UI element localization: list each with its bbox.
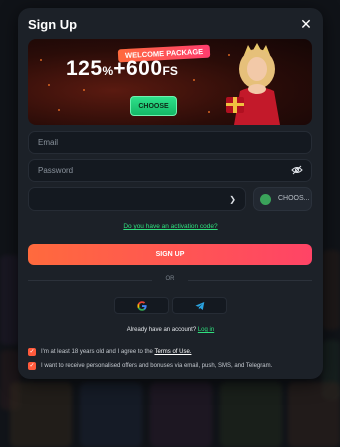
- or-label: OR: [165, 276, 175, 282]
- promo-character-image: [226, 43, 280, 125]
- bonus-offer: 125%+600FS: [66, 57, 178, 81]
- country-select[interactable]: ❯: [28, 187, 246, 211]
- signup-button[interactable]: SIGN UP: [28, 244, 312, 265]
- currency-label: CHOOS...: [278, 195, 310, 202]
- age-consent-text: I'm at least 18 years old and I agree to…: [41, 349, 153, 355]
- chevron-down-icon: ❯: [229, 195, 236, 204]
- offer-percent: 125: [66, 57, 103, 80]
- currency-flag-icon: [260, 194, 271, 205]
- login-question: Already have an account?: [126, 327, 197, 333]
- activation-code-link[interactable]: Do you have an activation code?: [18, 223, 323, 230]
- login-prompt: Already have an account? Log in: [18, 327, 323, 333]
- terms-of-use-link[interactable]: Terms of Use.: [154, 349, 191, 355]
- offer-fs-unit: FS: [162, 64, 178, 78]
- age-consent-checkbox[interactable]: ✓: [28, 348, 36, 356]
- password-input[interactable]: [38, 160, 278, 180]
- welcome-banner: WELCOME PACKAGE 125%+600FS CHOOSE: [28, 39, 312, 125]
- offer-percent-unit: %: [102, 64, 114, 78]
- marketing-consent-text: I want to receive personalised offers an…: [41, 363, 273, 369]
- google-icon: [137, 301, 147, 311]
- google-login-button[interactable]: [114, 297, 169, 314]
- eye-off-icon[interactable]: [291, 165, 303, 175]
- marketing-consent-checkbox[interactable]: ✓: [28, 362, 36, 370]
- modal-title: Sign Up: [28, 17, 78, 32]
- offer-fs: 600: [125, 57, 163, 80]
- currency-select[interactable]: CHOOS...: [253, 187, 312, 211]
- login-link[interactable]: Log in: [198, 327, 214, 333]
- email-input[interactable]: [38, 132, 278, 152]
- close-button[interactable]: ✕: [299, 17, 313, 31]
- password-field[interactable]: [28, 159, 312, 182]
- offer-plus: +: [113, 57, 126, 80]
- email-field[interactable]: [28, 131, 312, 154]
- signup-modal: Sign Up ✕ WELCOME PACKAGE 125%+600FS CHO…: [18, 8, 323, 379]
- modal-header: Sign Up ✕: [18, 8, 323, 40]
- telegram-login-button[interactable]: [172, 297, 227, 314]
- telegram-icon: [195, 302, 205, 310]
- or-divider: OR: [28, 276, 312, 284]
- divider-line-right: [188, 280, 312, 281]
- choose-bonus-button[interactable]: CHOOSE: [130, 96, 177, 116]
